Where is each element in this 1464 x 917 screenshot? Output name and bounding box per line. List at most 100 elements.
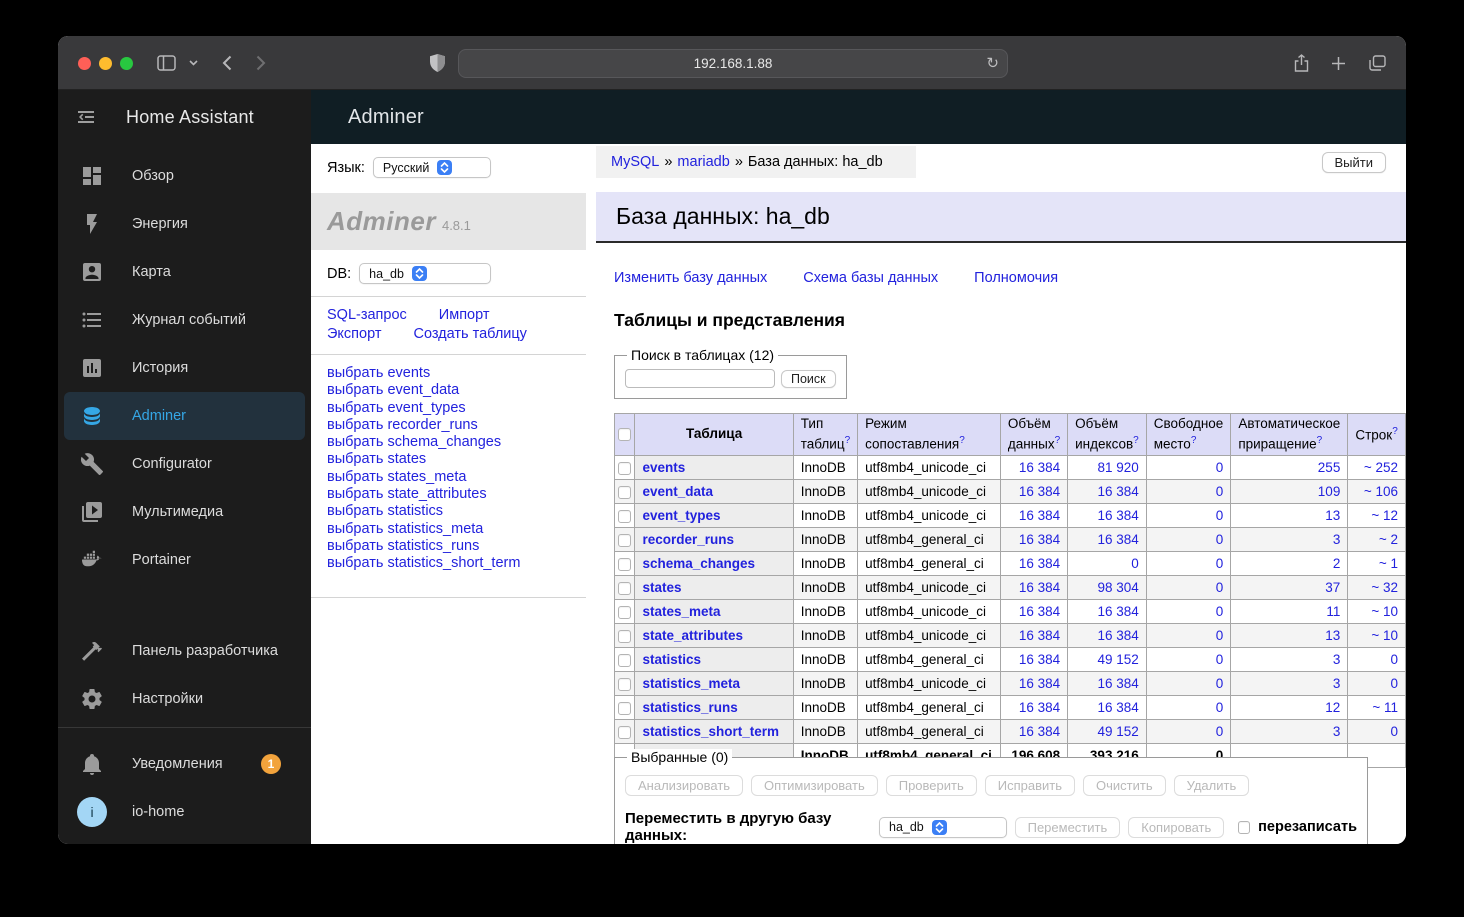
row-checkbox[interactable] bbox=[618, 678, 632, 692]
sidebar-toggle-icon[interactable] bbox=[153, 50, 179, 76]
table-link-recorder_runs[interactable]: recorder_runs bbox=[387, 417, 477, 433]
move-button-1[interactable]: Копировать bbox=[1128, 816, 1225, 838]
select-link-statistics_runs[interactable]: выбрать bbox=[327, 538, 383, 554]
sidebar-collapse-icon[interactable] bbox=[74, 105, 98, 129]
table-link-events[interactable]: events bbox=[387, 365, 430, 381]
value-link[interactable]: 0 bbox=[1216, 604, 1224, 619]
value-link[interactable]: ~ 2 bbox=[1379, 532, 1398, 547]
value-link[interactable]: 16 384 bbox=[1019, 460, 1060, 475]
reload-icon[interactable]: ↻ bbox=[986, 56, 999, 71]
tab-overview-icon[interactable] bbox=[1364, 50, 1390, 76]
row-checkbox[interactable] bbox=[618, 654, 632, 668]
value-link[interactable]: ~ 252 bbox=[1364, 460, 1398, 475]
value-link[interactable]: 2 bbox=[1333, 556, 1341, 571]
row-checkbox[interactable] bbox=[618, 726, 632, 740]
value-link[interactable]: 0 bbox=[1390, 676, 1398, 691]
table-name-link[interactable]: event_types bbox=[642, 508, 720, 523]
value-link[interactable]: ~ 106 bbox=[1364, 484, 1398, 499]
table-link-states[interactable]: states bbox=[387, 451, 426, 467]
select-link-states_meta[interactable]: выбрать bbox=[327, 469, 383, 485]
forward-icon[interactable] bbox=[248, 50, 274, 76]
sidebar-item-overview[interactable]: Обзор bbox=[64, 152, 305, 200]
value-link[interactable]: 3 bbox=[1333, 724, 1341, 739]
move-button-0[interactable]: Переместить bbox=[1014, 816, 1121, 838]
bulk-button-4[interactable]: Очистить bbox=[1083, 775, 1166, 797]
row-checkbox[interactable] bbox=[618, 534, 632, 548]
value-link[interactable]: 16 384 bbox=[1097, 484, 1138, 499]
row-checkbox[interactable] bbox=[618, 510, 632, 524]
select-link-events[interactable]: выбрать bbox=[327, 365, 383, 381]
value-link[interactable]: 0 bbox=[1216, 724, 1224, 739]
sidebar-item-energy[interactable]: Энергия bbox=[64, 200, 305, 248]
sidebar-item-logbook[interactable]: Журнал событий bbox=[64, 296, 305, 344]
language-select[interactable]: Русский bbox=[372, 157, 491, 178]
value-link[interactable]: 0 bbox=[1216, 628, 1224, 643]
value-link[interactable]: 0 bbox=[1131, 556, 1139, 571]
sidebar-item-settings[interactable]: Настройки bbox=[64, 675, 305, 723]
value-link[interactable]: 0 bbox=[1216, 460, 1224, 475]
close-button[interactable] bbox=[78, 57, 91, 70]
table-link-event_data[interactable]: event_data bbox=[387, 382, 459, 398]
bulk-button-3[interactable]: Исправить bbox=[984, 775, 1075, 797]
value-link[interactable]: 49 152 bbox=[1097, 652, 1138, 667]
bulk-button-5[interactable]: Удалить bbox=[1173, 775, 1250, 797]
value-link[interactable]: 13 bbox=[1325, 508, 1340, 523]
select-link-statistics[interactable]: выбрать bbox=[327, 503, 383, 519]
table-name-link[interactable]: state_attributes bbox=[642, 628, 743, 643]
table-name-link[interactable]: statistics_short_term bbox=[642, 724, 779, 739]
share-icon[interactable] bbox=[1288, 50, 1314, 76]
table-link-statistics_short_term[interactable]: statistics_short_term bbox=[387, 555, 520, 571]
table-name-link[interactable]: event_data bbox=[642, 484, 713, 499]
value-link[interactable]: 0 bbox=[1216, 556, 1224, 571]
table-name-link[interactable]: states bbox=[642, 580, 681, 595]
select-link-statistics_meta[interactable]: выбрать bbox=[327, 521, 383, 537]
row-checkbox[interactable] bbox=[618, 630, 632, 644]
adminer-action-link-2[interactable]: Экспорт bbox=[327, 326, 381, 342]
value-link[interactable]: 16 384 bbox=[1019, 724, 1060, 739]
value-link[interactable]: ~ 12 bbox=[1371, 508, 1398, 523]
move-db-select[interactable]: ha_db bbox=[879, 816, 1007, 838]
zoom-button[interactable] bbox=[120, 57, 133, 70]
value-link[interactable]: 0 bbox=[1390, 724, 1398, 739]
value-link[interactable]: 109 bbox=[1318, 484, 1341, 499]
db-link-2[interactable]: Полномочия bbox=[974, 270, 1058, 286]
row-checkbox[interactable] bbox=[618, 606, 632, 620]
value-link[interactable]: 0 bbox=[1216, 484, 1224, 499]
value-link[interactable]: 12 bbox=[1325, 700, 1340, 715]
breadcrumb-server-link[interactable]: MySQL bbox=[611, 154, 659, 170]
value-link[interactable]: 16 384 bbox=[1019, 652, 1060, 667]
value-link[interactable]: 16 384 bbox=[1019, 508, 1060, 523]
sidebar-item-notifications[interactable]: Уведомления 1 bbox=[64, 740, 305, 788]
value-link[interactable]: 16 384 bbox=[1019, 532, 1060, 547]
value-link[interactable]: 0 bbox=[1216, 580, 1224, 595]
value-link[interactable]: 16 384 bbox=[1019, 484, 1060, 499]
value-link[interactable]: 37 bbox=[1325, 580, 1340, 595]
select-link-event_data[interactable]: выбрать bbox=[327, 382, 383, 398]
value-link[interactable]: ~ 1 bbox=[1379, 556, 1398, 571]
value-link[interactable]: 16 384 bbox=[1097, 700, 1138, 715]
table-name-link[interactable]: events bbox=[642, 460, 685, 475]
shield-icon[interactable] bbox=[424, 50, 450, 76]
sidebar-item-configurator[interactable]: Configurator bbox=[64, 440, 305, 488]
value-link[interactable]: 0 bbox=[1216, 652, 1224, 667]
table-link-statistics_runs[interactable]: statistics_runs bbox=[387, 538, 479, 554]
new-tab-icon[interactable] bbox=[1325, 50, 1351, 76]
value-link[interactable]: 16 384 bbox=[1097, 628, 1138, 643]
value-link[interactable]: 0 bbox=[1216, 508, 1224, 523]
adminer-action-link-3[interactable]: Создать таблицу bbox=[413, 326, 526, 342]
value-link[interactable]: 16 384 bbox=[1097, 508, 1138, 523]
value-link[interactable]: 0 bbox=[1216, 532, 1224, 547]
row-checkbox[interactable] bbox=[618, 558, 632, 572]
value-link[interactable]: 81 920 bbox=[1097, 460, 1138, 475]
select-link-schema_changes[interactable]: выбрать bbox=[327, 434, 383, 450]
adminer-action-link-1[interactable]: Импорт bbox=[439, 307, 490, 323]
table-link-statistics[interactable]: statistics bbox=[387, 503, 443, 519]
value-link[interactable]: ~ 32 bbox=[1371, 580, 1398, 595]
table-name-link[interactable]: schema_changes bbox=[642, 556, 755, 571]
column-help-link[interactable]: ? bbox=[1317, 435, 1323, 446]
column-help-link[interactable]: ? bbox=[1055, 435, 1061, 446]
value-link[interactable]: 16 384 bbox=[1097, 532, 1138, 547]
chevron-down-icon[interactable] bbox=[186, 50, 200, 76]
sidebar-item-map[interactable]: Карта bbox=[64, 248, 305, 296]
value-link[interactable]: 16 384 bbox=[1019, 700, 1060, 715]
